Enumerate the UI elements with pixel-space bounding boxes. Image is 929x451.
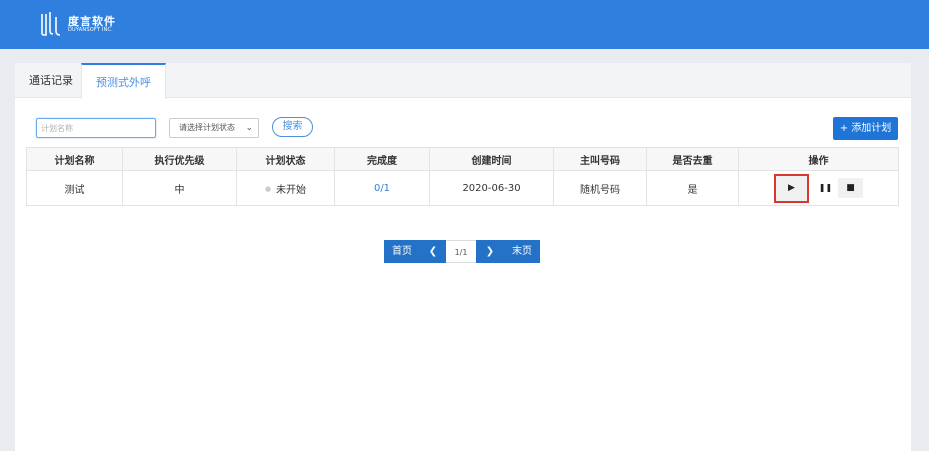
plan-status-select[interactable]: 请选择计划状态 ⌄	[169, 118, 259, 138]
add-plan-button[interactable]: + 添加计划	[833, 117, 898, 140]
cell-status: ● 未开始	[236, 170, 335, 206]
table-header-row: 计划名称 执行优先级 计划状态 完成度 创建时间 主叫号码 是否去重 操作	[26, 147, 899, 171]
column-header-name: 计划名称	[26, 147, 123, 171]
cell-priority: 中	[122, 170, 237, 206]
plan-name-input[interactable]	[36, 118, 156, 138]
column-header-priority: 执行优先级	[122, 147, 237, 171]
column-header-progress: 完成度	[334, 147, 430, 171]
search-button[interactable]: 搜索	[272, 117, 313, 137]
stop-icon[interactable]: ■	[838, 178, 863, 198]
column-header-dedup: 是否去重	[646, 147, 739, 171]
status-text: 未开始	[276, 184, 307, 196]
pagination: 首页 ❮ 1/1 ❯ 末页	[384, 240, 540, 263]
logo-icon	[41, 12, 61, 36]
plan-status-select-value: 请选择计划状态	[179, 123, 235, 132]
play-icon[interactable]: ▶	[774, 173, 809, 203]
brand-subtitle: DUYANSOFT INC.	[68, 27, 113, 33]
page-indicator: 1/1	[446, 240, 476, 263]
last-page-button[interactable]: 末页	[504, 240, 540, 263]
cell-caller: 随机号码	[553, 170, 647, 206]
column-header-actions: 操作	[738, 147, 899, 171]
cell-progress: 0/1	[334, 170, 430, 206]
cell-dedup: 是	[646, 170, 739, 206]
chevron-right-icon[interactable]: ❯	[476, 240, 504, 263]
column-header-caller: 主叫号码	[553, 147, 647, 171]
filter-toolbar: 请选择计划状态 ⌄ 搜索 + 添加计划	[15, 98, 911, 148]
chevron-down-icon: ⌄	[245, 123, 253, 133]
status-dot-icon: ●	[264, 184, 272, 193]
app-header: 度言软件 DUYANSOFT INC.	[0, 0, 929, 49]
cell-created: 2020-06-30	[429, 170, 554, 206]
plans-table: 计划名称 执行优先级 计划状态 完成度 创建时间 主叫号码 是否去重 操作 测试…	[26, 147, 899, 206]
tab-bar: 通话记录 预测式外呼	[15, 63, 911, 99]
cell-actions: ▶ ❚❚ ■	[738, 170, 899, 206]
cell-plan-name: 测试	[26, 170, 123, 206]
tab-call-records[interactable]: 通话记录	[15, 63, 87, 99]
main-panel: 通话记录 预测式外呼 请选择计划状态 ⌄ 搜索 + 添加计划 计划名称 执行优先…	[15, 63, 911, 451]
pause-icon[interactable]: ❚❚	[813, 178, 838, 198]
tab-predictive-outbound[interactable]: 预测式外呼	[81, 63, 166, 99]
column-header-created: 创建时间	[429, 147, 554, 171]
column-header-status: 计划状态	[236, 147, 335, 171]
scrollbar-track[interactable]	[911, 63, 929, 451]
progress-link[interactable]: 0/1	[374, 183, 390, 194]
chevron-left-icon[interactable]: ❮	[420, 240, 446, 263]
first-page-button[interactable]: 首页	[384, 240, 420, 263]
action-buttons: ▶ ❚❚ ■	[774, 173, 863, 203]
table-row: 测试 中 ● 未开始 0/1 2020-06-30 随机号码 是 ▶ ❚❚ ■	[26, 170, 899, 206]
